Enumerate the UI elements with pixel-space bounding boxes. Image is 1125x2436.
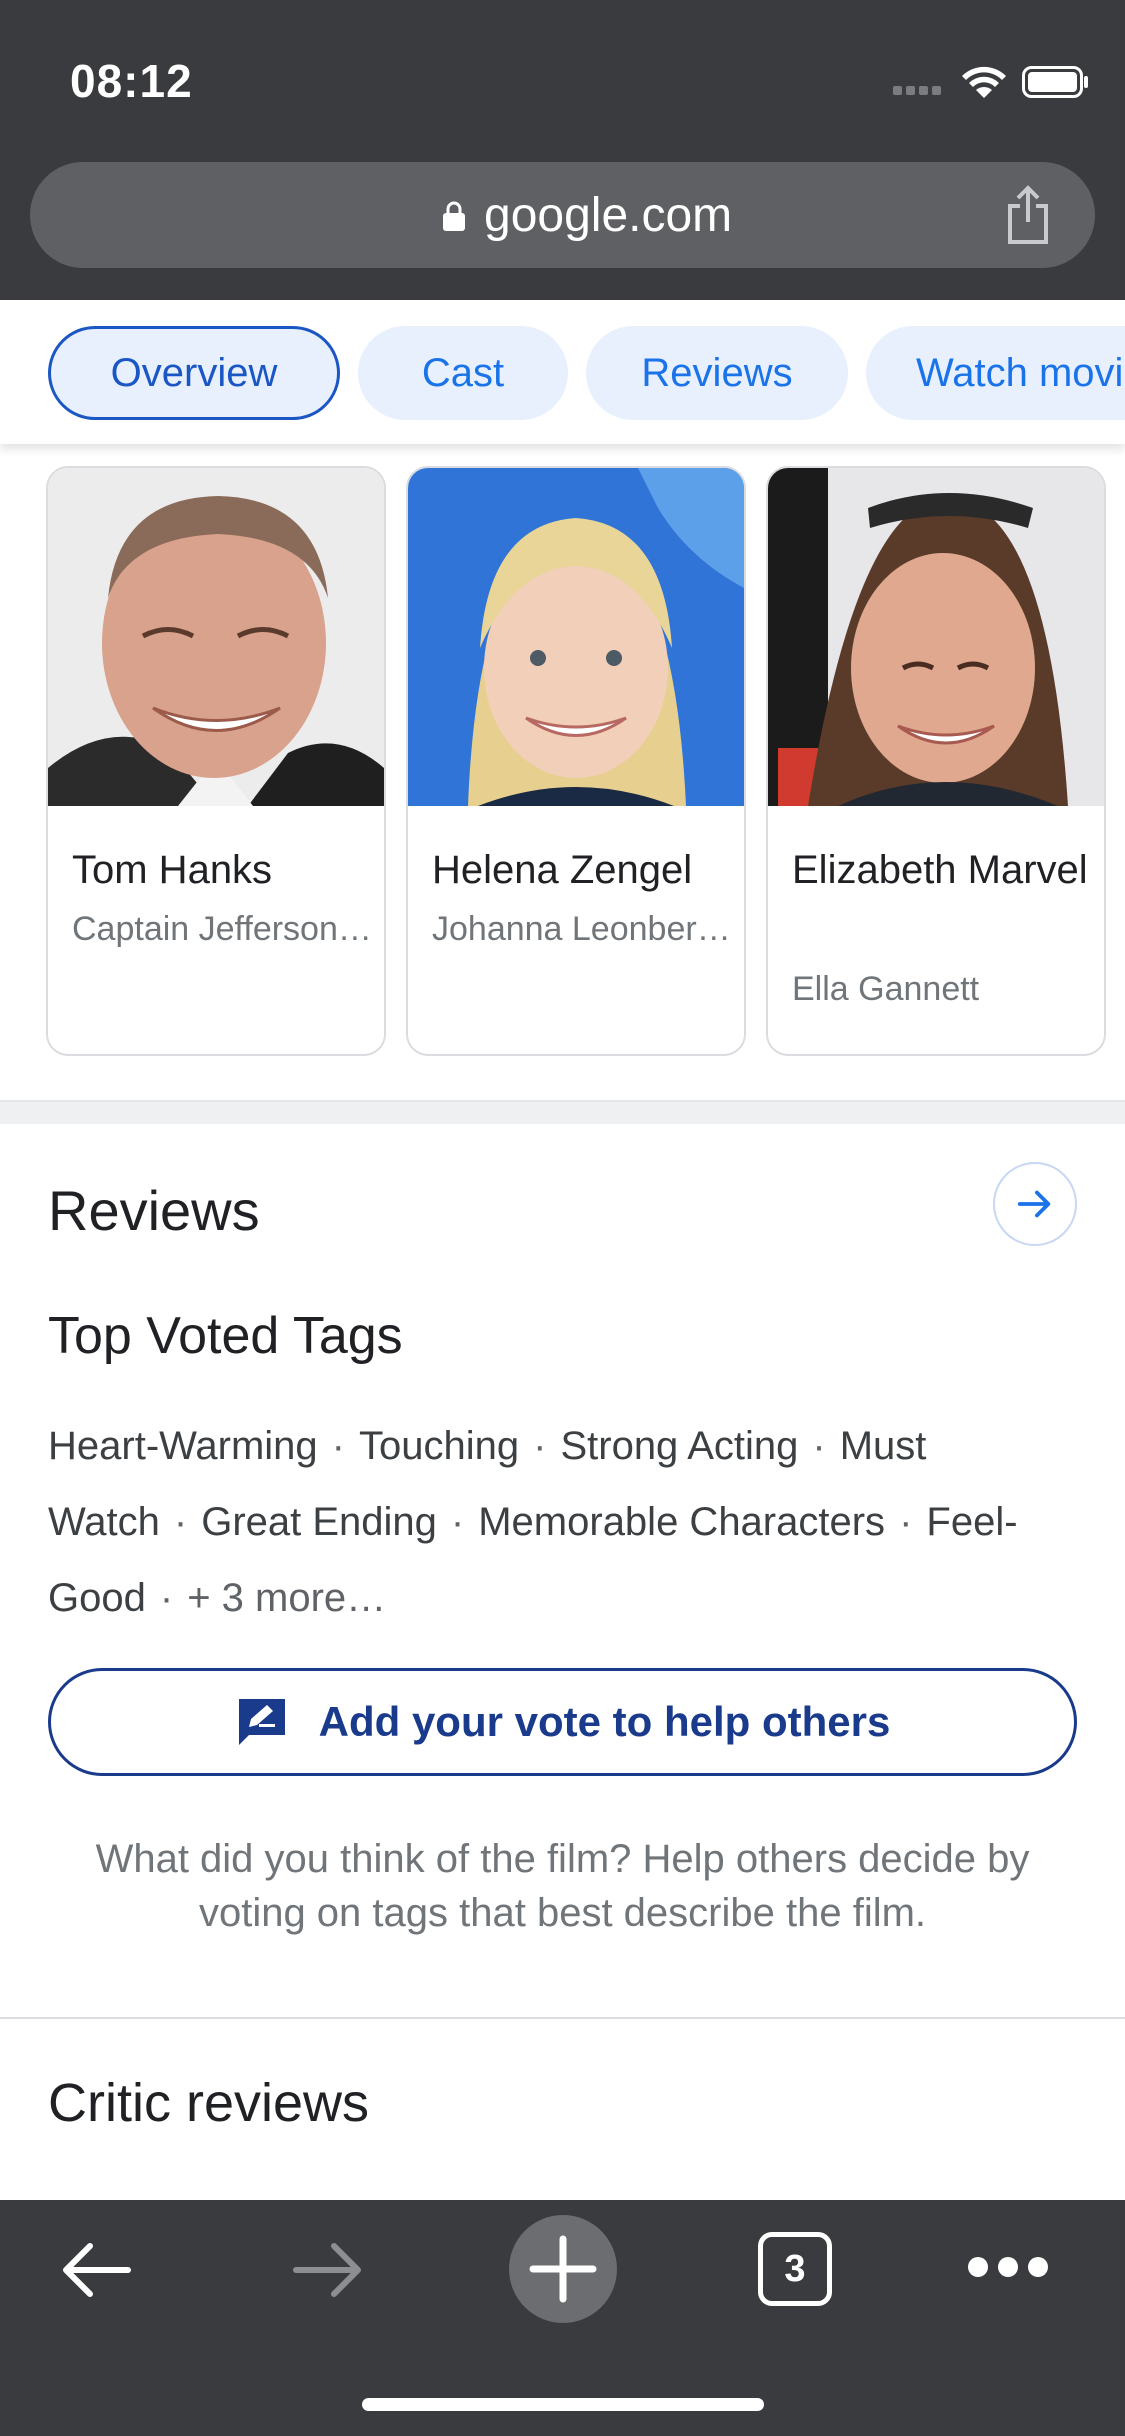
tab-reviews[interactable]: Reviews — [586, 326, 848, 420]
section-separator — [0, 1100, 1125, 1124]
cast-photo — [408, 468, 744, 806]
cast-name: Tom Hanks — [72, 848, 273, 892]
add-vote-label: Add your vote to help others — [318, 1698, 891, 1745]
tag-separator: · — [533, 1424, 547, 1468]
cast-role: Captain Jefferson Kyle Kidd — [72, 910, 372, 948]
cellular-signal-icon — [893, 86, 943, 96]
more-tags-link[interactable]: + 3 more… — [187, 1576, 386, 1620]
cast-card[interactable]: Tom Hanks Captain Jefferson Kyle Kidd — [46, 466, 386, 1056]
back-icon[interactable] — [56, 2240, 136, 2300]
tag[interactable]: Touching — [359, 1424, 519, 1468]
tab-chips-bar: Overview Cast Reviews Watch movie — [0, 300, 1125, 444]
address-bar[interactable]: google.com — [30, 162, 1095, 268]
critic-reviews-heading: Critic reviews — [48, 2073, 370, 2133]
cast-card[interactable]: Helena Zengel Johanna Leonberger — [406, 466, 746, 1056]
cast-role: Johanna Leonberger — [432, 910, 732, 948]
screen: 08:12 google.com Overview Cast Reviews W… — [0, 0, 1125, 2436]
tag[interactable]: Strong Acting — [560, 1424, 798, 1468]
cast-carousel: Tom Hanks Captain Jefferson Kyle Kidd He… — [0, 444, 1125, 1100]
add-vote-button[interactable]: Add your vote to help others — [48, 1668, 1077, 1776]
tab-overview[interactable]: Overview — [48, 326, 340, 420]
forward-icon[interactable] — [288, 2240, 368, 2300]
cast-photo — [48, 468, 384, 806]
section-divider — [0, 2017, 1125, 2019]
share-icon[interactable] — [1000, 184, 1056, 246]
tab-cast[interactable]: Cast — [358, 326, 568, 420]
url-text: google.com — [484, 189, 733, 242]
tag-separator: · — [450, 1500, 465, 1544]
tab-watch-movie[interactable]: Watch movie — [866, 326, 1125, 420]
reviews-heading: Reviews — [48, 1179, 260, 1242]
cast-role: Ella Gannett — [792, 970, 980, 1008]
cast-card[interactable]: Elizabeth Marvel Ella Gannett — [766, 466, 1106, 1056]
browser-top-bar: 08:12 google.com — [0, 0, 1125, 300]
top-voted-tags-heading: Top Voted Tags — [48, 1307, 403, 1365]
battery-icon — [1022, 66, 1088, 98]
tag[interactable]: Memorable Characters — [478, 1500, 885, 1544]
lock-icon — [443, 201, 465, 231]
tags-list: Heart-Warming · Touching · Strong Acting · Mus… — [48, 1408, 1088, 1636]
cast-name: Elizabeth Marvel — [792, 848, 1088, 892]
status-time: 08:12 — [70, 55, 193, 107]
tabs-icon[interactable]: 3 — [758, 2232, 832, 2306]
tag-separator: · — [331, 1424, 345, 1468]
tag[interactable]: Heart-Warming — [48, 1424, 318, 1468]
more-icon[interactable] — [966, 2252, 1050, 2282]
cast-name: Helena Zengel — [432, 848, 693, 892]
vote-help-text: What did you think of the film? Help oth… — [95, 1837, 1030, 1935]
tag[interactable]: Great Ending — [201, 1500, 437, 1544]
tag-separator: · — [173, 1500, 188, 1544]
wifi-icon — [962, 66, 1006, 98]
home-indicator — [362, 2398, 764, 2411]
cast-photo — [768, 468, 1104, 806]
reviews-more-button[interactable] — [993, 1162, 1077, 1246]
new-tab-icon[interactable] — [508, 2214, 618, 2324]
tag-separator: · — [159, 1576, 174, 1620]
tag-separator: · — [899, 1500, 913, 1544]
tag-separator: · — [812, 1424, 826, 1468]
edit-feedback-icon — [238, 1699, 285, 1745]
